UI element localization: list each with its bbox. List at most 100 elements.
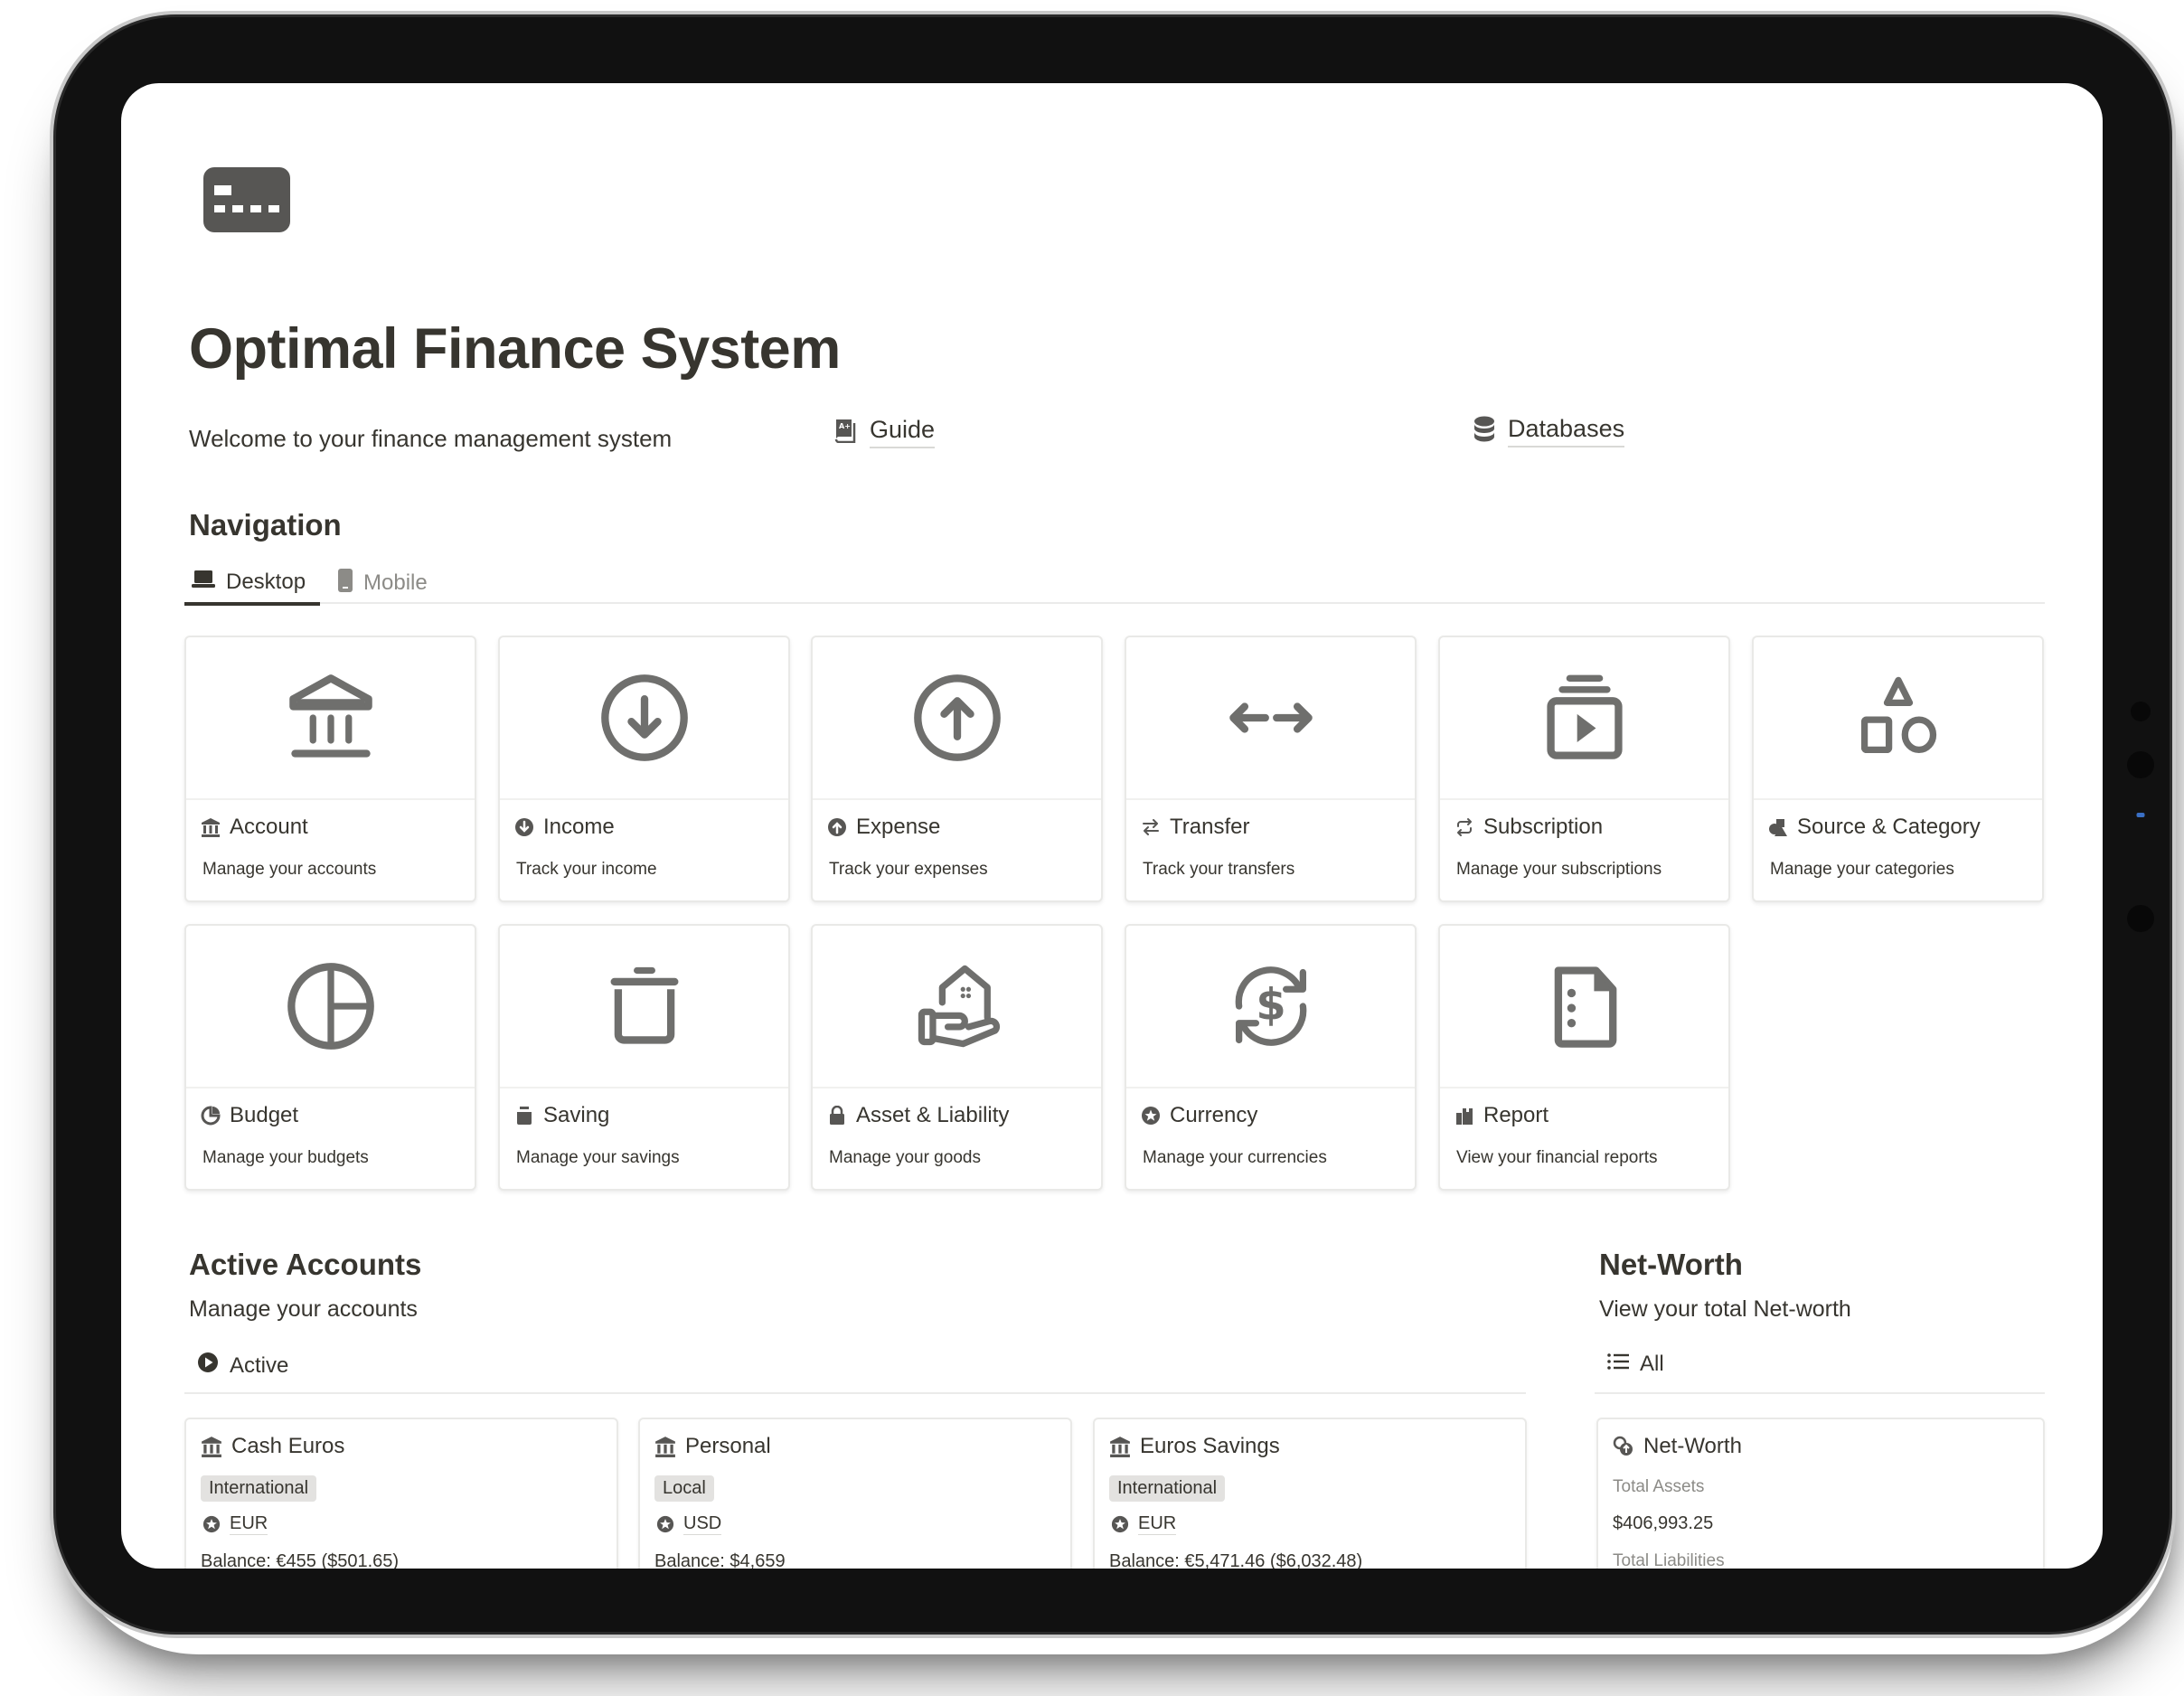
navigation-tabs: Desktop Mobile (184, 562, 2045, 606)
card-description: Manage your accounts (202, 860, 377, 879)
star-circle-icon (1142, 1107, 1160, 1125)
account-balance: Balance: $4,659 (654, 1551, 786, 1569)
account-card[interactable]: Euros Savings International EUR Balance:… (1093, 1418, 1527, 1569)
card-description: Track your expenses (829, 860, 988, 879)
card-description: Manage your categories (1770, 860, 1954, 879)
arrow-up-circle-icon (828, 818, 846, 836)
card-description: Manage your budgets (202, 1148, 369, 1167)
nav-card-source-category[interactable]: Source & Category Manage your categories (1752, 636, 2044, 902)
arrow-down-circle-icon (515, 818, 533, 836)
card-cover (813, 637, 1101, 800)
card-title-label: Source & Category (1797, 815, 1981, 839)
book-icon: A+ (833, 418, 857, 448)
screen: Optimal Finance System Welcome to your f… (121, 83, 2103, 1569)
card-title-label: Transfer (1170, 815, 1250, 839)
budget-icon (201, 1106, 221, 1126)
bank-icon (288, 674, 372, 758)
camera-strip (2127, 702, 2154, 991)
card-title-label: Account (230, 815, 308, 839)
account-name-label: Euros Savings (1140, 1434, 1280, 1458)
nav-card-saving[interactable]: Saving Manage your savings (498, 924, 790, 1191)
active-accounts-heading: Active Accounts (189, 1248, 422, 1281)
nav-card-expense[interactable]: Expense Track your expenses (811, 636, 1103, 902)
star-circle-icon (656, 1515, 674, 1533)
view-tab-active[interactable]: Active (197, 1352, 288, 1380)
card-title: Asset & Liability (827, 1103, 1009, 1128)
card-cover (813, 926, 1101, 1088)
card-title-label: Saving (543, 1103, 610, 1127)
arrows-left-right-icon (1228, 702, 1313, 733)
sensor-icon (2127, 905, 2154, 932)
camera-icon (2127, 751, 2154, 778)
account-card[interactable]: Cash Euros International EUR Balance: €4… (184, 1418, 618, 1569)
nav-card-transfer[interactable]: Transfer Track your transfers (1125, 636, 1417, 902)
tab-mobile-label: Mobile (363, 570, 428, 595)
account-currency[interactable]: USD (656, 1513, 722, 1535)
account-name-label: Personal (685, 1434, 771, 1458)
account-balance: Balance: €5,471.46 ($6,032.48) (1109, 1551, 1363, 1569)
nav-card-report[interactable]: Report View your financial reports (1438, 924, 1730, 1191)
tab-desktop[interactable]: Desktop (184, 562, 320, 606)
nav-card-budget[interactable]: Budget Manage your budgets (184, 924, 476, 1191)
currency-code: EUR (1138, 1513, 1177, 1535)
card-title: Expense (827, 815, 940, 840)
account-name: Cash Euros (201, 1434, 344, 1459)
net-worth-card[interactable]: Net-Worth Total Assets $406,993.25 Total… (1596, 1418, 2045, 1569)
total-liabilities-label: Total Liabilities (1613, 1551, 1725, 1569)
card-cover (186, 926, 475, 1088)
nav-card-income[interactable]: Income Track your income (498, 636, 790, 902)
net-worth-subtitle: View your total Net-worth (1599, 1296, 1851, 1322)
card-title-label: Currency (1170, 1103, 1258, 1127)
guide-link[interactable]: A+ Guide (833, 416, 936, 448)
lock-icon (830, 1106, 844, 1125)
navigation-heading: Navigation (189, 508, 342, 542)
nav-card-asset-liability[interactable]: Asset & Liability Manage your goods (811, 924, 1103, 1191)
account-balance: Balance: €455 ($501.65) (201, 1551, 400, 1569)
card-description: Manage your subscriptions (1456, 860, 1662, 879)
nav-card-subscription[interactable]: Subscription Manage your subscriptions (1438, 636, 1730, 902)
bank-icon (1110, 1437, 1130, 1457)
card-cover (1440, 637, 1728, 800)
play-circle-icon (197, 1352, 219, 1380)
account-type-tag: International (1109, 1475, 1226, 1502)
account-currency[interactable]: EUR (202, 1513, 268, 1535)
account-type-tag: Local (654, 1475, 714, 1502)
card-title: Account (201, 815, 308, 840)
databases-link-label: Databases (1508, 415, 1625, 448)
card-description: Track your transfers (1143, 860, 1295, 879)
net-worth-card-title: Net-Worth (1613, 1434, 1742, 1459)
database-icon (1473, 416, 1495, 448)
account-card[interactable]: Personal Local USD Balance: $4,659 (638, 1418, 1072, 1569)
card-title: Saving (514, 1103, 609, 1128)
page-title: Optimal Finance System (189, 317, 841, 381)
svg-text:A+: A+ (839, 422, 851, 430)
view-tab-label: All (1640, 1352, 1664, 1376)
divider (184, 1392, 1526, 1394)
card-description: Manage your currencies (1143, 1148, 1327, 1167)
view-tab-all[interactable]: All (1607, 1352, 1664, 1377)
nav-card-account[interactable]: Account Manage your accounts (184, 636, 476, 902)
guide-link-label: Guide (870, 416, 936, 448)
databases-link[interactable]: Databases (1473, 415, 1625, 448)
account-name: Euros Savings (1109, 1434, 1280, 1459)
card-cover (1440, 926, 1728, 1088)
shapes-icon (1860, 676, 1936, 753)
hand-house-icon (918, 965, 1000, 1048)
page-content: Optimal Finance System Welcome to your f… (121, 83, 2103, 1569)
nav-card-currency[interactable]: $ Currency Manage your currencies (1125, 924, 1417, 1191)
tab-mobile[interactable]: Mobile (331, 562, 435, 604)
pie-chart-icon (287, 963, 374, 1050)
arrow-up-circle-icon (913, 674, 1001, 761)
shapes-icon (1769, 819, 1787, 836)
list-icon (1607, 1352, 1629, 1377)
sensor-icon (2131, 702, 2151, 721)
arrow-down-circle-icon (600, 674, 688, 761)
account-type-tag: International (201, 1475, 317, 1502)
star-circle-icon (1111, 1515, 1129, 1533)
net-worth-heading: Net-Worth (1599, 1248, 1743, 1281)
account-currency[interactable]: EUR (1111, 1513, 1177, 1535)
currency-code: EUR (230, 1513, 268, 1535)
laptop-icon (192, 570, 215, 596)
card-title-label: Subscription (1483, 815, 1604, 839)
card-title: Income (514, 815, 615, 840)
